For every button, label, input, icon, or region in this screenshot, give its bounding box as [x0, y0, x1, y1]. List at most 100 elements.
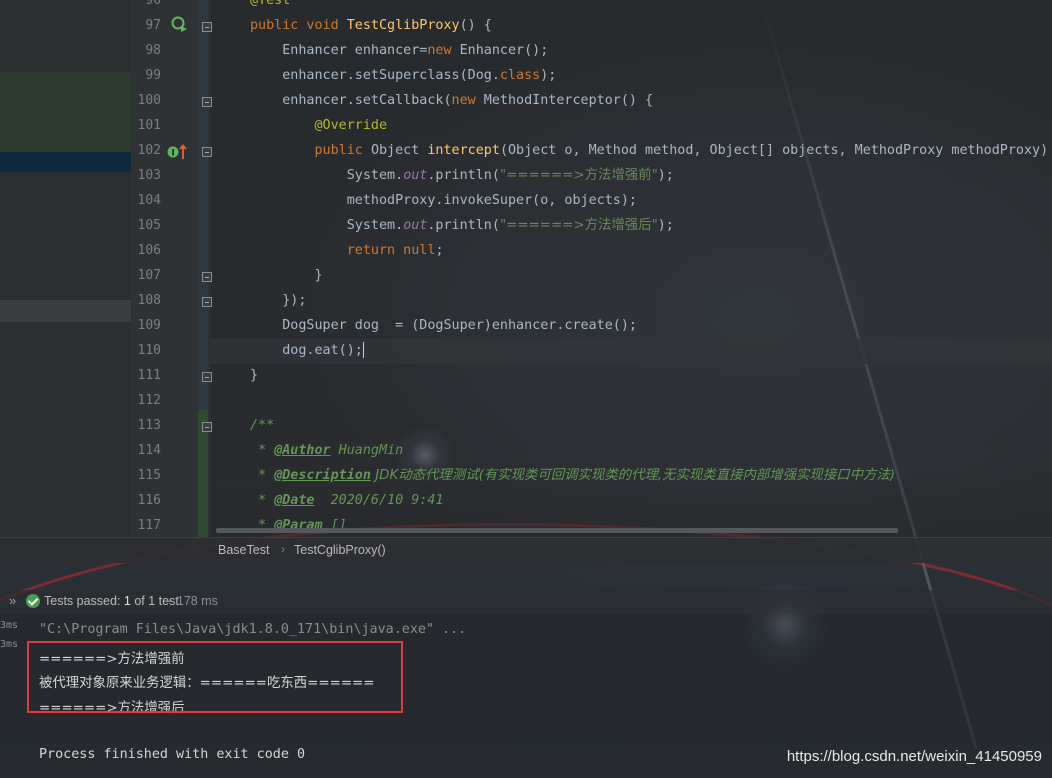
code-line[interactable]: methodProxy.invokeSuper(o, objects); [250, 188, 637, 213]
code-line[interactable]: * @Author HuangMin [250, 438, 403, 463]
code-token: System. [250, 168, 404, 183]
code-line[interactable]: * @Param [] [250, 513, 347, 538]
project-panel-row [0, 300, 131, 322]
code-token: TestCglibProxy [346, 18, 460, 33]
breadcrumb-method[interactable]: TestCglibProxy() [294, 543, 386, 557]
test-timing: 3ms [0, 639, 19, 650]
code-token: @Author [274, 443, 331, 458]
code-line[interactable]: dog.eat(); [250, 338, 364, 363]
code-line[interactable]: * @Date 2020/6/10 9:41 [250, 488, 444, 513]
line-number: 100 [137, 93, 161, 108]
line-number: 110 [137, 343, 161, 358]
line-number: 99 [145, 68, 161, 83]
code-line[interactable]: /** [250, 413, 274, 438]
code-token: ; [435, 243, 444, 258]
code-token: 2020/6/10 9:41 [314, 493, 444, 508]
run-test-icon[interactable] [170, 15, 188, 33]
line-number: 103 [137, 168, 161, 183]
code-token: DogSuper dog = (DogSuper)enhancer.create… [250, 318, 637, 333]
code-line[interactable]: } [250, 263, 323, 288]
code-token: out [403, 168, 428, 183]
fold-toggle-icon[interactable] [202, 22, 212, 32]
line-number: 112 [137, 393, 161, 408]
line-number: 111 [137, 368, 161, 383]
test-timing: 3ms [0, 620, 19, 631]
fold-toggle-icon[interactable] [202, 297, 212, 307]
code-token: enhancer.setSuperclass(Dog. [250, 68, 500, 83]
editor-horizontal-scrollbar[interactable] [216, 528, 898, 533]
breadcrumb: BaseTest › TestCglibProxy() [0, 537, 1052, 563]
test-status-text: Tests passed: 1 of 1 test [44, 594, 179, 608]
code-token: public void [250, 18, 347, 33]
line-number: 113 [137, 418, 161, 433]
line-number: 108 [137, 293, 161, 308]
line-number: 109 [137, 318, 161, 333]
highlight-box [27, 641, 403, 713]
code-token: new [451, 93, 484, 108]
expand-chevron-icon[interactable]: » [9, 593, 16, 608]
code-token: ); [540, 68, 557, 83]
code-token: return null [250, 243, 436, 258]
code-line[interactable]: @Override [250, 113, 387, 138]
test-status-bar: » Tests passed: 1 of 1 test – 178 ms [0, 590, 1052, 614]
code-line[interactable]: * @Description JDK动态代理测试(有实现类可回调实现类的代理,无… [250, 463, 895, 488]
code-token: "======>方法增强后" [499, 218, 658, 233]
code-line[interactable]: }); [250, 288, 306, 313]
code-line[interactable]: System.out.println("======>方法增强后"); [250, 213, 674, 238]
code-token: * [250, 493, 275, 508]
code-line[interactable]: return null; [250, 238, 444, 263]
code-line[interactable]: Enhancer enhancer=new Enhancer(); [250, 38, 548, 63]
code-token: }); [250, 293, 307, 308]
fold-toggle-icon[interactable] [202, 147, 212, 157]
chevron-right-icon: › [281, 542, 285, 556]
fold-toggle-icon[interactable] [202, 372, 212, 382]
line-number: 107 [137, 268, 161, 283]
code-token: } [250, 268, 323, 283]
svg-text:I: I [171, 149, 174, 159]
code-token: () { [459, 18, 492, 33]
code-token: out [403, 218, 428, 233]
console-exit-line: Process finished with exit code 0 [39, 747, 306, 762]
line-number: 106 [137, 243, 161, 258]
line-number: 117 [137, 518, 161, 533]
code-token: HuangMin [330, 443, 404, 458]
code-line[interactable]: enhancer.setSuperclass(Dog.class); [250, 63, 556, 88]
code-token: Enhancer enhancer= [250, 43, 428, 58]
project-panel-selected-row[interactable] [0, 152, 131, 172]
code-token: public [250, 143, 371, 158]
code-token: (Object o, Method method, Object[] objec… [499, 143, 1052, 158]
test-passed-icon [26, 594, 40, 608]
code-line[interactable]: } [250, 363, 258, 388]
code-line[interactable]: System.out.println("======>方法增强前"); [250, 163, 674, 188]
watermark: https://blog.csdn.net/weixin_41450959 [786, 748, 1042, 765]
console-command: "C:\Program Files\Java\jdk1.8.0_171\bin\… [39, 622, 467, 637]
code-line[interactable]: public Object intercept(Object o, Method… [250, 138, 1052, 163]
code-token: class [499, 68, 541, 83]
breadcrumb-class[interactable]: BaseTest [218, 543, 269, 557]
code-token: enhancer.setCallback( [250, 93, 452, 108]
code-token: * [250, 443, 275, 458]
code-line[interactable]: enhancer.setCallback(new MethodIntercept… [250, 88, 653, 113]
line-number: 105 [137, 218, 161, 233]
code-token: MethodInterceptor() { [483, 93, 654, 108]
fold-toggle-icon[interactable] [202, 97, 212, 107]
code-line[interactable]: DogSuper dog = (DogSuper)enhancer.create… [250, 313, 637, 338]
text-caret [362, 342, 364, 358]
code-token: .println( [427, 168, 500, 183]
test-duration: – 178 ms [163, 594, 218, 608]
code-line[interactable]: public void TestCglibProxy() { [250, 13, 492, 38]
code-token: Object [370, 143, 428, 158]
code-token: "======>方法增强前" [499, 168, 658, 183]
code-line[interactable]: @Test [250, 0, 290, 13]
code-token: intercept [427, 143, 500, 158]
code-token: Enhancer(); [459, 43, 549, 58]
project-panel-block [0, 72, 131, 152]
line-number: 97 [145, 18, 161, 33]
code-token: * [250, 468, 275, 483]
code-token: @Description [274, 468, 371, 483]
implements-method-icon[interactable]: I [167, 143, 189, 161]
fold-toggle-icon[interactable] [202, 272, 212, 282]
fold-toggle-icon[interactable] [202, 422, 212, 432]
code-token: } [250, 368, 259, 383]
code-token: @Date [274, 493, 315, 508]
